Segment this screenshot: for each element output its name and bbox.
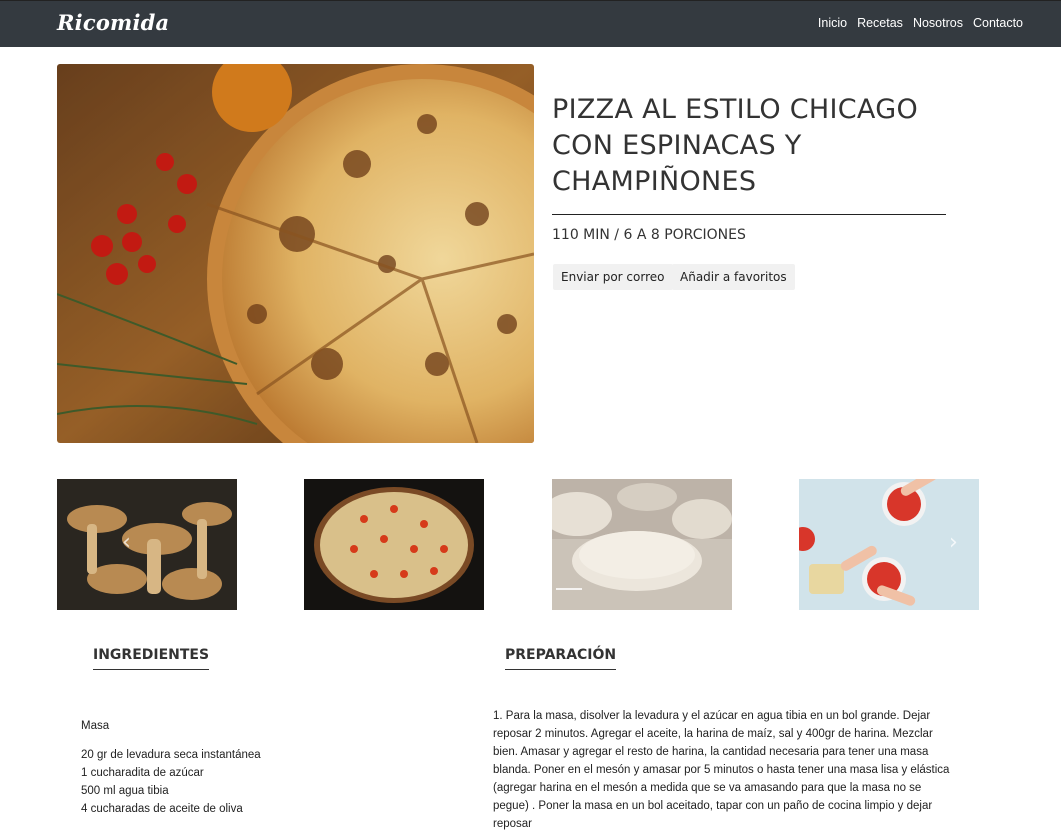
- ingredients-list: Masa 20 gr de levadura seca instantánea …: [81, 720, 381, 818]
- nav-link-nosotros[interactable]: Nosotros: [913, 16, 963, 30]
- nav-link-inicio[interactable]: Inicio: [818, 16, 847, 30]
- recipe-title: PIZZA AL ESTILO CHICAGO CON ESPINACAS Y …: [552, 94, 918, 197]
- brand-logo[interactable]: Ricomida: [57, 10, 169, 35]
- title-divider: [552, 214, 946, 215]
- nav-link-recetas[interactable]: Recetas: [857, 16, 903, 30]
- ingredient-item: 500 ml agua tibia: [81, 785, 169, 797]
- send-email-button[interactable]: Enviar por correo: [553, 264, 673, 290]
- nav-link-contacto[interactable]: Contacto: [973, 16, 1023, 30]
- recipe-time-servings: 110 MIN / 6 A 8 PORCIONES: [552, 227, 746, 243]
- nav-links: Inicio Recetas Nosotros Contacto: [818, 16, 1023, 30]
- preparation-text: 1. Para la masa, disolver la levadura y …: [493, 710, 950, 830]
- carousel-slide-pizza[interactable]: [304, 479, 484, 610]
- recipe-hero-image: [57, 64, 534, 443]
- ingredients-heading: INGREDIENTES: [93, 647, 210, 670]
- ingredient-item: 20 gr de levadura seca instantánea: [81, 749, 261, 761]
- ingredient-item: 1 cucharadita de azúcar: [81, 767, 204, 779]
- navbar: Ricomida Inicio Recetas Nosotros Contact…: [0, 0, 1061, 47]
- carousel-slide-mushrooms[interactable]: [57, 479, 237, 610]
- preparation-heading: PREPARACIÓN: [505, 647, 617, 670]
- chevron-left-icon[interactable]: ‹: [122, 531, 131, 555]
- carousel-slide-dough[interactable]: [552, 479, 732, 610]
- add-favorite-button[interactable]: Añadir a favoritos: [672, 264, 795, 290]
- ingredient-group-label: Masa: [81, 720, 110, 732]
- chevron-right-icon[interactable]: ›: [949, 531, 958, 555]
- ingredient-item: 4 cucharadas de aceite de oliva: [81, 803, 243, 815]
